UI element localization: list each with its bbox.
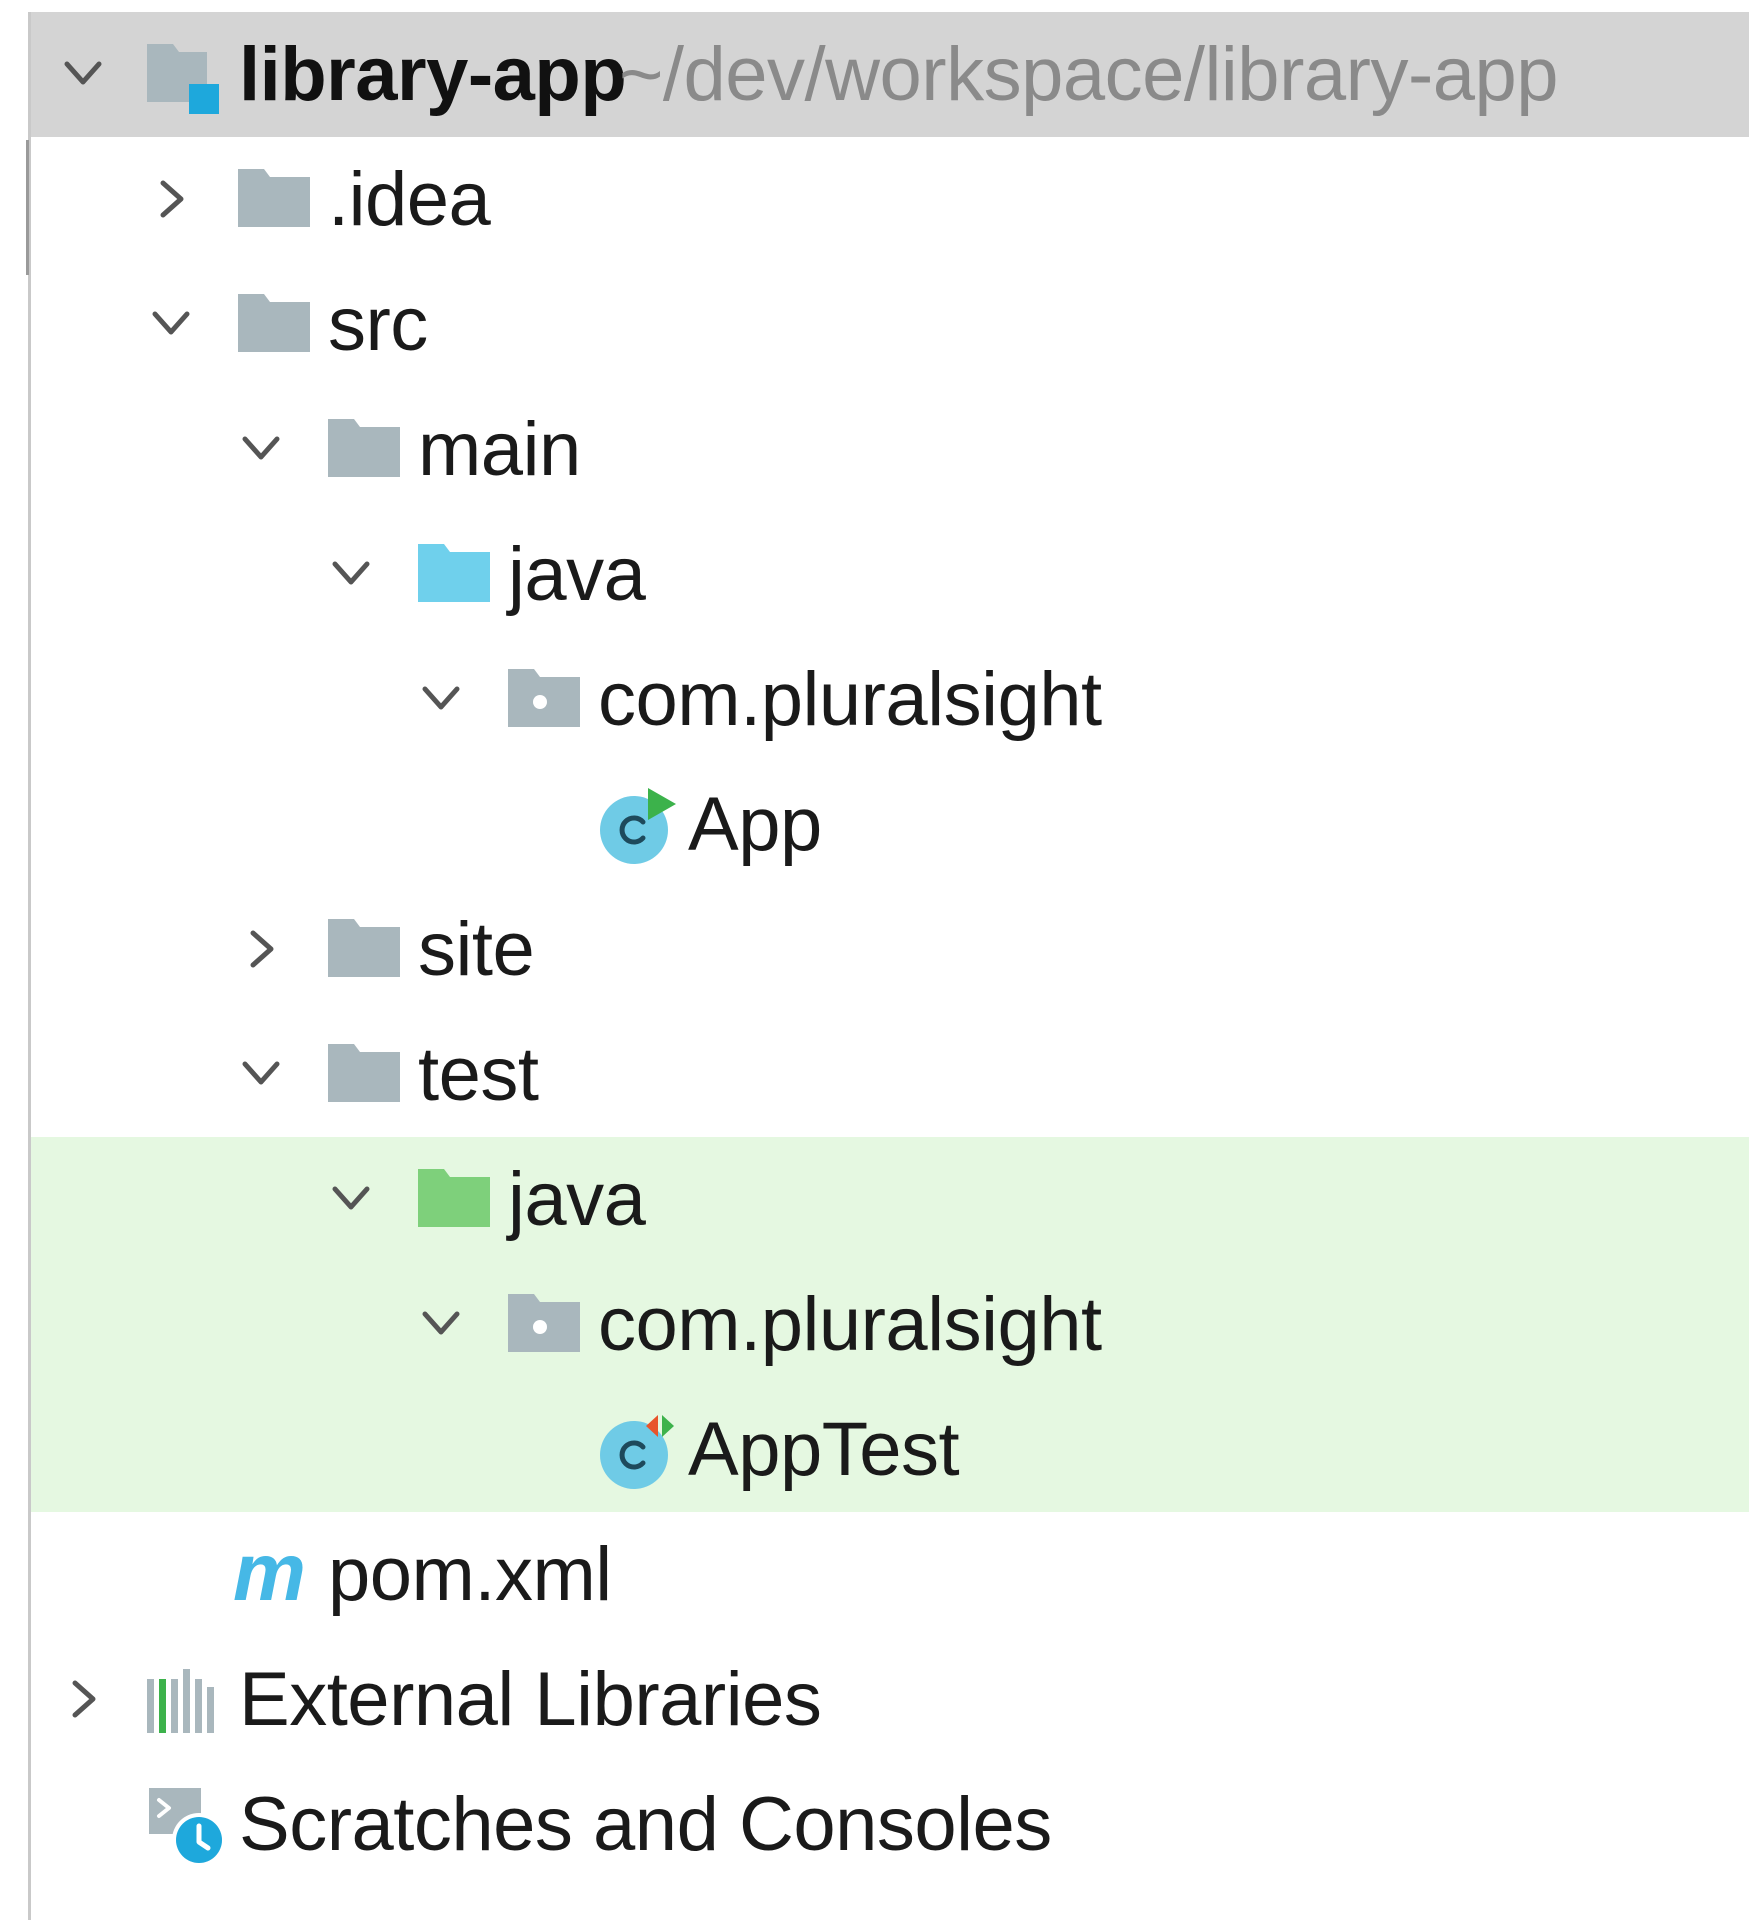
source-folder-icon <box>416 540 496 610</box>
tree-item-label: com.pluralsight <box>598 657 1102 742</box>
tree-item-label: External Libraries <box>239 1657 822 1742</box>
tree-row-test-package[interactable]: com.pluralsight <box>31 1262 1749 1387</box>
chevron-down-icon[interactable] <box>53 44 113 104</box>
tree-row-src[interactable]: src <box>31 262 1749 387</box>
tree-item-label: test <box>418 1032 539 1117</box>
chevron-down-icon[interactable] <box>321 1169 381 1229</box>
tree-row-test-java[interactable]: java <box>31 1137 1749 1262</box>
folder-icon <box>236 165 316 235</box>
chevron-down-icon[interactable] <box>321 544 381 604</box>
tree-item-label: pom.xml <box>328 1532 612 1617</box>
tree-row-scratches[interactable]: Scratches and Consoles <box>31 1762 1749 1887</box>
tree-item-label: Scratches and Consoles <box>239 1782 1052 1867</box>
package-icon <box>506 1290 586 1360</box>
tree-item-label: main <box>418 407 581 492</box>
scratches-icon <box>145 1784 231 1870</box>
folder-icon <box>326 915 406 985</box>
tree-row-test[interactable]: test <box>31 1012 1749 1137</box>
chevron-down-icon[interactable] <box>141 294 201 354</box>
root-project-path: ~/dev/workspace/library-app <box>619 32 1559 117</box>
test-folder-icon <box>416 1165 496 1235</box>
tree-item-label: java <box>508 1157 646 1242</box>
chevron-right-icon[interactable] <box>231 919 291 979</box>
folder-icon <box>326 415 406 485</box>
chevron-down-icon[interactable] <box>231 419 291 479</box>
folder-icon <box>326 1040 406 1110</box>
svg-text:m: m <box>233 1538 306 1614</box>
tree-item-label: site <box>418 907 535 992</box>
tree-item-label: com.pluralsight <box>598 1282 1102 1367</box>
tree-item-label: java <box>508 532 646 617</box>
chevron-right-icon[interactable] <box>141 169 201 229</box>
chevron-down-icon[interactable] <box>411 1294 471 1354</box>
tree-row-main-package[interactable]: com.pluralsight <box>31 637 1749 762</box>
scrollbar-thumb[interactable] <box>26 140 29 275</box>
maven-icon: m <box>231 1538 321 1614</box>
tree-item-label: .idea <box>328 157 491 242</box>
runnable-class-icon <box>596 786 680 870</box>
tree-item-label: AppTest <box>688 1407 960 1492</box>
project-tree: library-app ~/dev/workspace/library-app … <box>31 12 1749 1920</box>
tree-row-pom[interactable]: m pom.xml <box>31 1512 1749 1637</box>
test-class-icon <box>596 1411 680 1495</box>
tree-item-label: src <box>328 282 428 367</box>
libraries-icon <box>145 1667 225 1737</box>
tree-row-idea[interactable]: .idea <box>31 137 1749 262</box>
module-folder-icon <box>145 40 225 114</box>
root-project-name: library-app <box>239 32 627 117</box>
tree-row-site[interactable]: site <box>31 887 1749 1012</box>
package-icon <box>506 665 586 735</box>
tree-item-label: App <box>688 782 822 867</box>
tree-row-apptest[interactable]: AppTest <box>31 1387 1749 1512</box>
tree-row-app[interactable]: App <box>31 762 1749 887</box>
tree-row-main[interactable]: main <box>31 387 1749 512</box>
tree-row-external-libraries[interactable]: External Libraries <box>31 1637 1749 1762</box>
chevron-down-icon[interactable] <box>231 1044 291 1104</box>
tree-row-main-java[interactable]: java <box>31 512 1749 637</box>
chevron-down-icon[interactable] <box>411 669 471 729</box>
chevron-right-icon[interactable] <box>53 1669 113 1729</box>
project-tool-window: library-app ~/dev/workspace/library-app … <box>0 0 1749 1920</box>
tree-row-root[interactable]: library-app ~/dev/workspace/library-app <box>31 12 1749 137</box>
folder-icon <box>236 290 316 360</box>
